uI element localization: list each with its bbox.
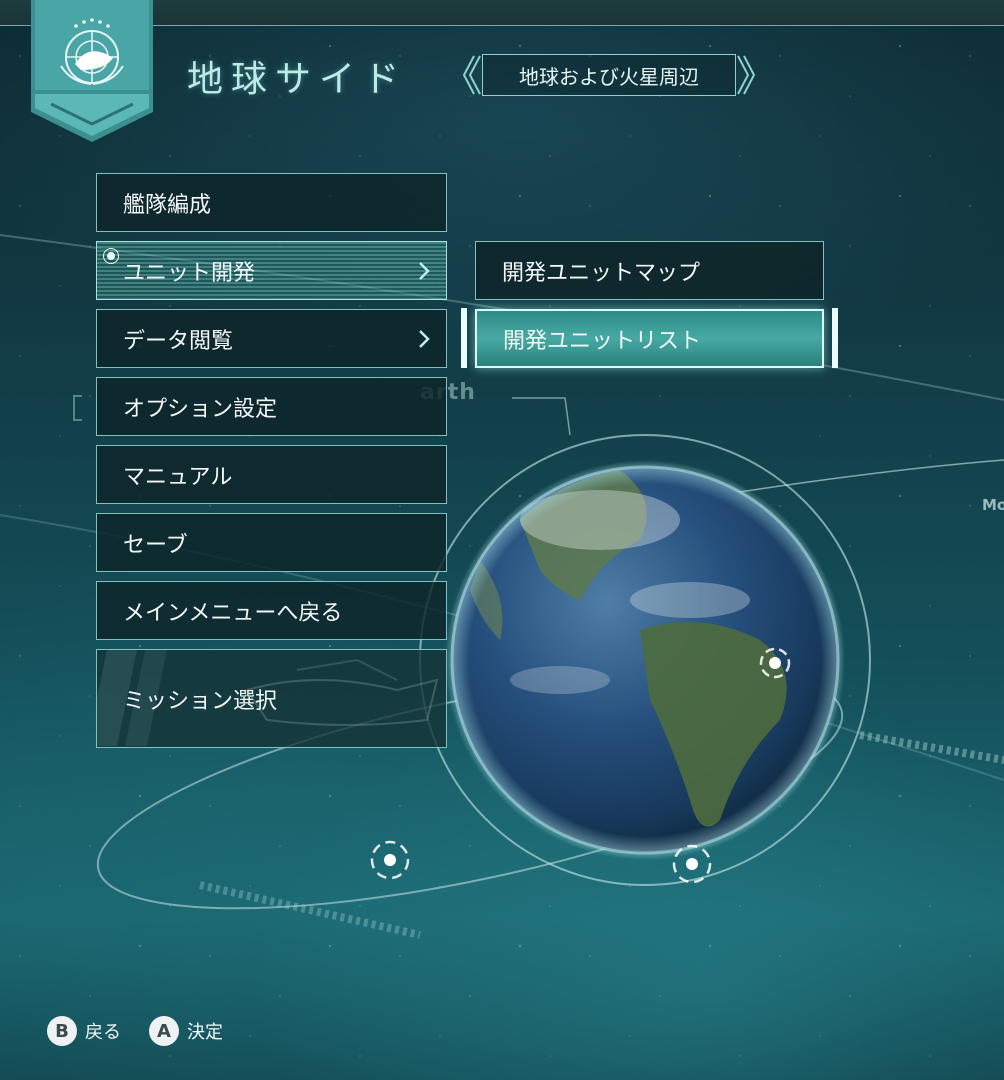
submenu-item-unit-list[interactable]: 開発ユニットリスト xyxy=(475,309,824,368)
menu-item-manual[interactable]: マニュアル xyxy=(96,445,447,504)
region-selector[interactable]: 地球および火星周辺 xyxy=(460,52,758,98)
menu-item-fleet-formation[interactable]: 艦隊編成 xyxy=(96,173,447,232)
menu-item-label: オプション設定 xyxy=(123,396,278,422)
menu-item-save[interactable]: セーブ xyxy=(96,513,447,572)
menu-item-label: ミッション選択 xyxy=(123,688,278,714)
b-button-icon: B xyxy=(47,1016,77,1046)
menu-item-label: データ閲覧 xyxy=(123,328,234,354)
hint-back[interactable]: B 戻る xyxy=(47,1016,121,1046)
page-title: 地球サイド xyxy=(187,59,408,100)
selection-bracket-left xyxy=(461,308,467,368)
menu-item-unit-development[interactable]: ユニット開発 xyxy=(96,241,447,300)
button-hints: B 戻る A 決定 xyxy=(47,1016,223,1046)
menu-item-label: ユニット開発 xyxy=(123,260,256,286)
a-button-icon: A xyxy=(149,1016,179,1046)
menu-item-label: メインメニューへ戻る xyxy=(123,600,343,626)
federation-emblem-icon xyxy=(31,0,153,142)
chevron-right-icon xyxy=(419,329,430,348)
chevron-right-icon[interactable] xyxy=(736,52,758,98)
chevron-right-icon xyxy=(419,261,430,280)
radio-selected-icon xyxy=(103,248,119,264)
menu-item-mission-select[interactable]: ミッション選択 xyxy=(96,649,447,748)
hint-label: 決定 xyxy=(187,1022,223,1043)
menu-item-label: 艦隊編成 xyxy=(123,192,212,218)
menu-item-options[interactable]: オプション設定 xyxy=(96,377,447,436)
selection-bracket-right xyxy=(832,308,838,368)
moon-map-label: Mo xyxy=(982,496,1004,514)
orbit-marker-icon xyxy=(370,840,410,880)
menu-item-return-main-menu[interactable]: メインメニューへ戻る xyxy=(96,581,447,640)
submenu-item-unit-map[interactable]: 開発ユニットマップ xyxy=(475,241,824,300)
hint-confirm[interactable]: A 決定 xyxy=(149,1016,223,1046)
menu-item-data-browse[interactable]: データ閲覧 xyxy=(96,309,447,368)
chevron-left-icon[interactable] xyxy=(460,52,482,98)
submenu-item-label: 開発ユニットマップ xyxy=(502,260,701,286)
menu-item-label: セーブ xyxy=(123,532,188,558)
menu-item-label: マニュアル xyxy=(123,464,233,490)
hint-label: 戻る xyxy=(85,1022,121,1043)
submenu-item-label: 開発ユニットリスト xyxy=(503,328,702,354)
region-label: 地球および火星周辺 xyxy=(482,54,736,96)
